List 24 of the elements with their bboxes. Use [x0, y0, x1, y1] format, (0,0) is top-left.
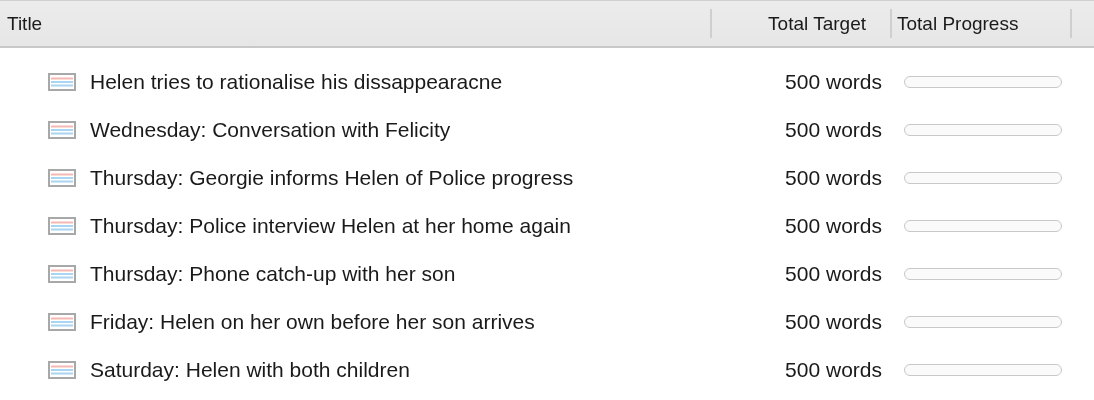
row-title[interactable]: Wednesday: Conversation with Felicity: [90, 118, 451, 142]
target-cell-text: 500 words: [784, 70, 883, 94]
target-cell-text: 500 words: [784, 118, 883, 142]
row-title[interactable]: Friday: Helen on her own before her son arrives: [90, 310, 535, 334]
row-title[interactable]: Thursday: Georgie informs Helen of Police progress: [90, 166, 574, 190]
document-icon: [48, 361, 76, 379]
row-title[interactable]: Helen tries to rationalise his dissappearacne: [90, 70, 503, 94]
row-title[interactable]: Thursday: Police interview Helen at her home again: [90, 214, 571, 238]
target-cell-text: 500 words: [784, 262, 883, 286]
document-icon: [48, 73, 76, 91]
document-icon: [48, 169, 76, 187]
column-header[interactable]: Total Target: [712, 9, 892, 38]
target-cell-text: 500 words: [784, 214, 883, 238]
column-header[interactable]: Title: [0, 9, 712, 38]
target-cell-text: 500 words: [784, 166, 883, 190]
document-icon: [48, 265, 76, 283]
target-cell-text: 500 words: [784, 358, 883, 382]
row-title[interactable]: Saturday: Helen with both children: [90, 358, 410, 382]
column-header[interactable]: Total Progress: [892, 9, 1072, 38]
document-icon: [48, 313, 76, 331]
document-icon: [48, 217, 76, 235]
document-icon: [48, 121, 76, 139]
row-title[interactable]: Thursday: Phone catch-up with her son: [90, 262, 456, 286]
target-cell-text: 500 words: [784, 310, 883, 334]
